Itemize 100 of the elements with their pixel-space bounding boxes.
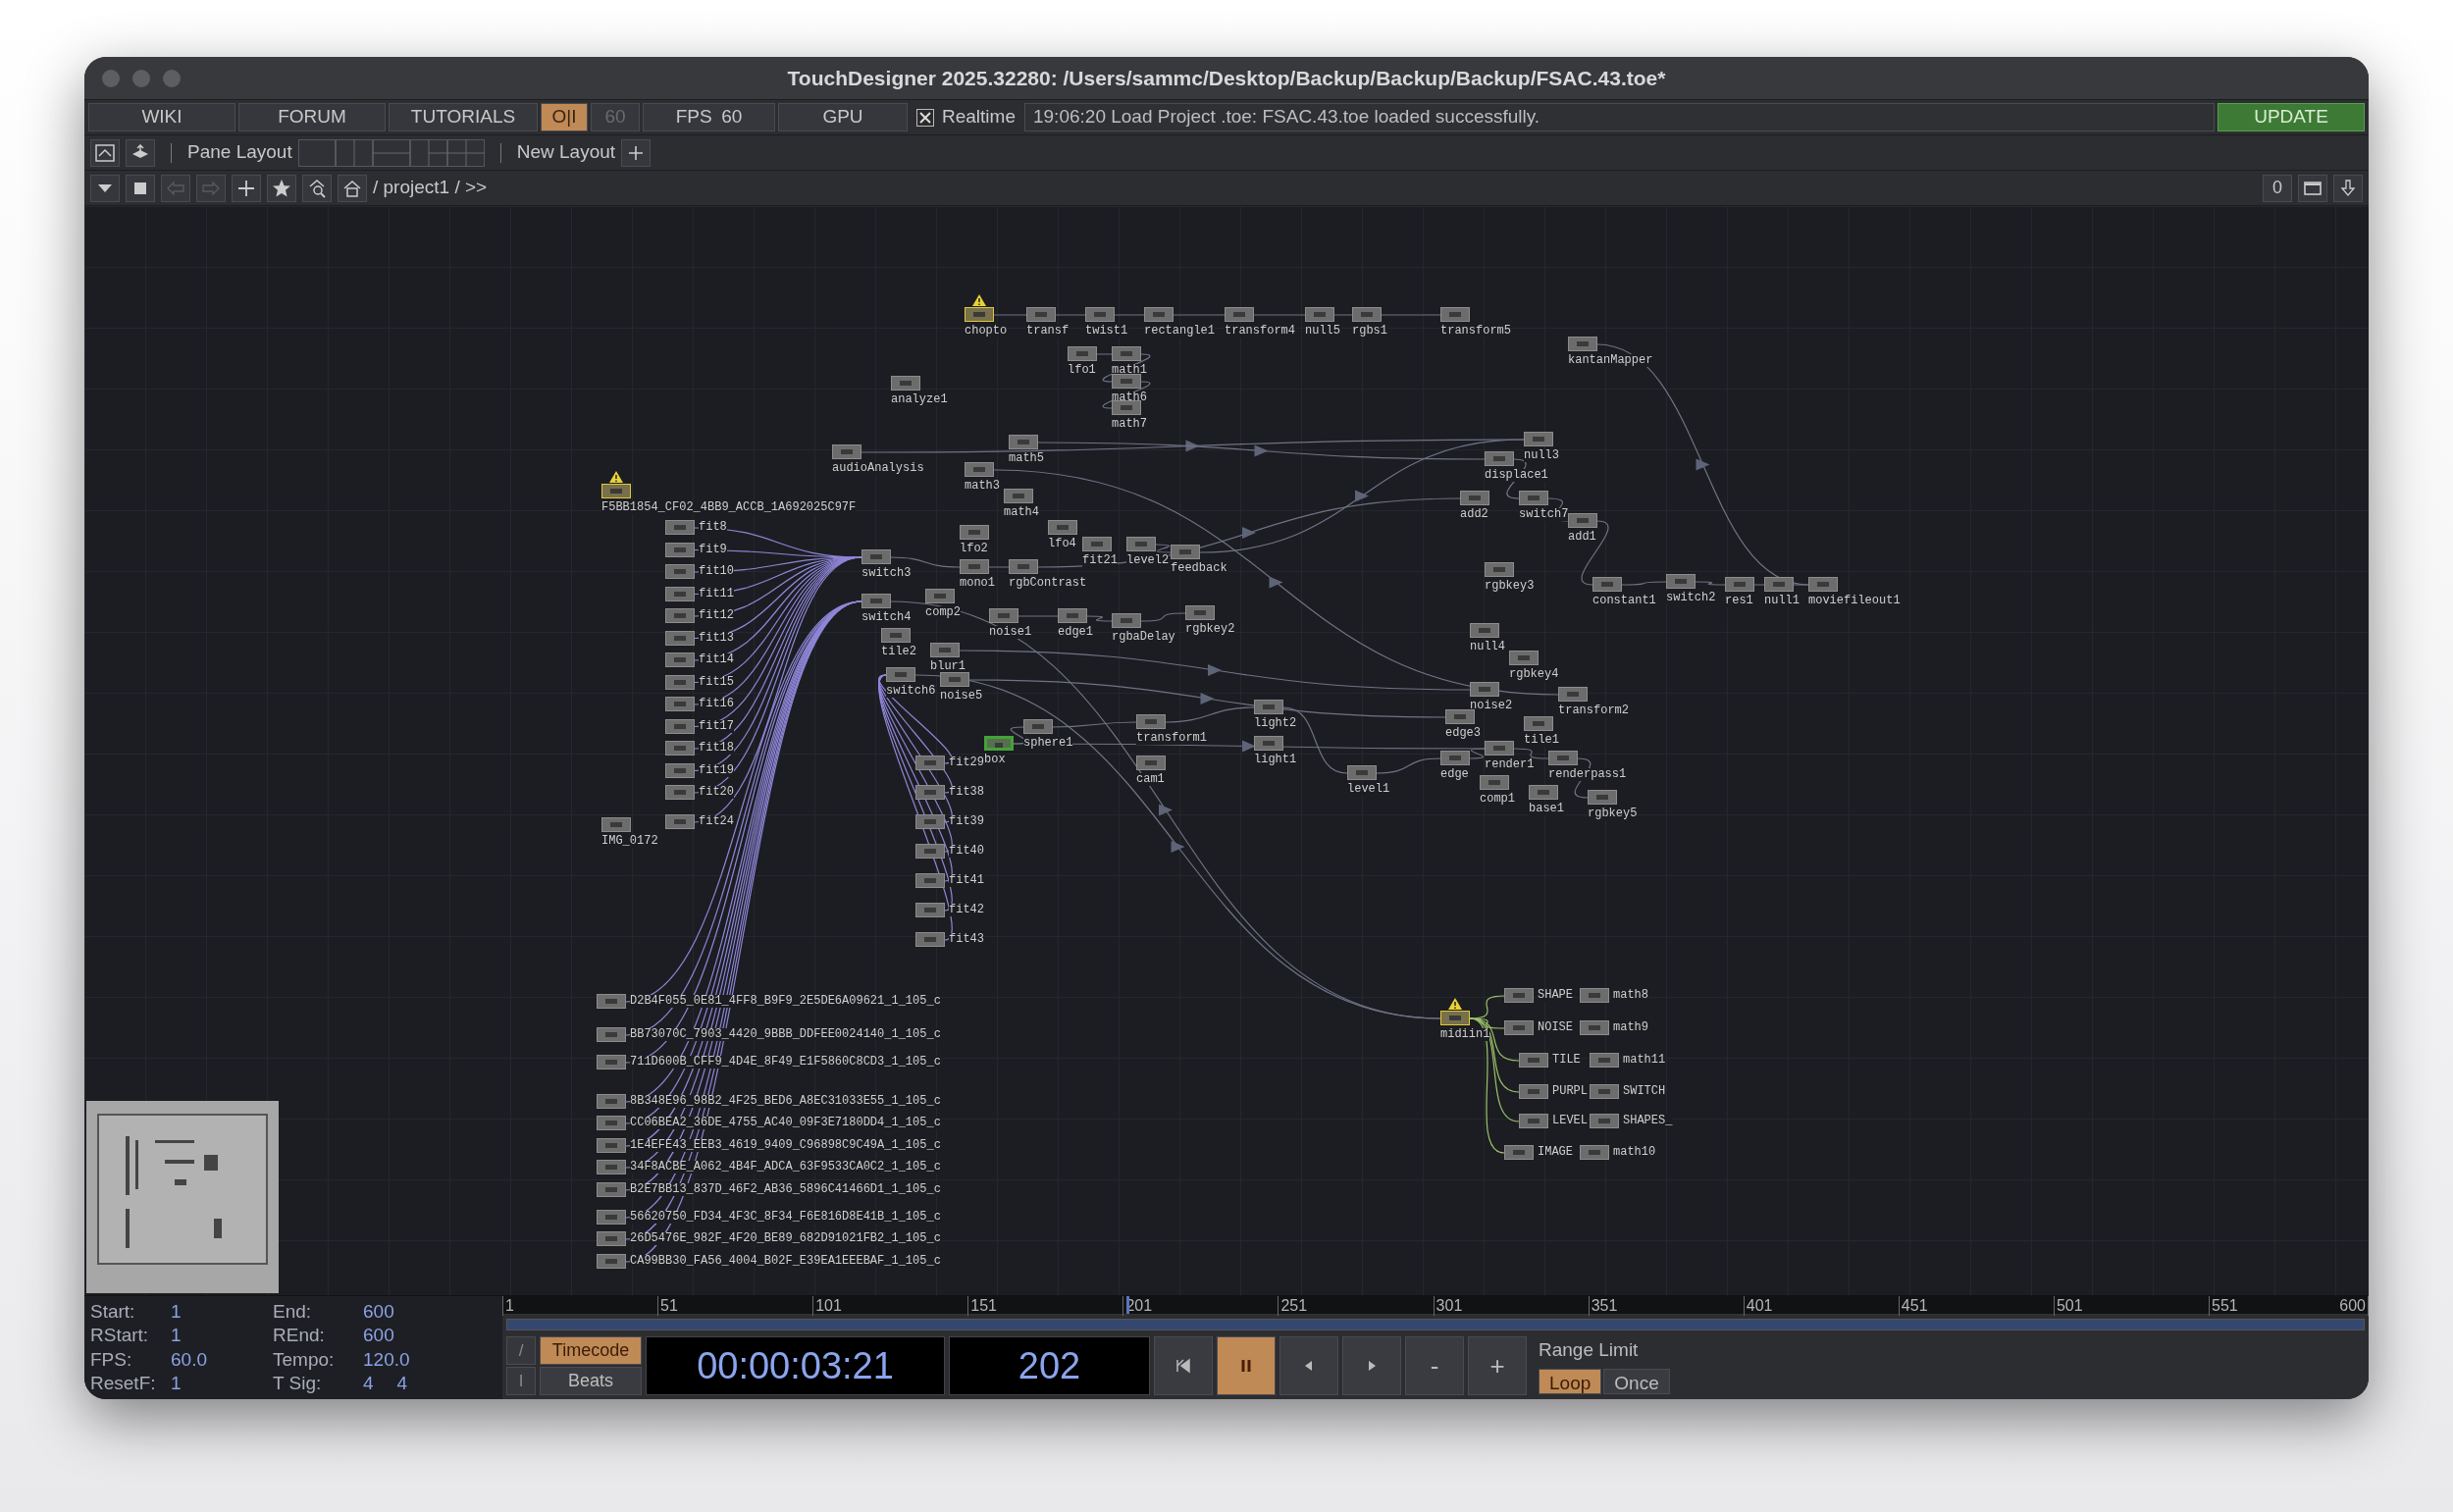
operator-node[interactable]	[1568, 337, 1597, 351]
operator-node[interactable]	[1519, 1084, 1548, 1099]
operator-node[interactable]	[1470, 623, 1499, 638]
operator-node[interactable]	[1590, 1114, 1619, 1128]
operator-node[interactable]	[665, 564, 695, 579]
window-button[interactable]	[2298, 174, 2327, 202]
side-button[interactable]: I	[506, 1367, 536, 1395]
operator-node[interactable]	[960, 525, 989, 540]
operator-node[interactable]	[665, 520, 695, 535]
operator-node[interactable]	[665, 674, 695, 690]
operator-node[interactable]	[1026, 307, 1056, 322]
operator-node[interactable]	[861, 594, 891, 608]
operator-node[interactable]	[665, 762, 695, 778]
operator-node[interactable]	[1485, 741, 1514, 756]
operator-node[interactable]	[1529, 785, 1558, 800]
operator-node[interactable]	[1058, 608, 1087, 623]
operator-node[interactable]	[1440, 1011, 1470, 1025]
operator-node[interactable]	[597, 994, 626, 1009]
add-button[interactable]	[232, 174, 261, 202]
operator-node[interactable]	[940, 672, 969, 687]
operator-node[interactable]	[915, 785, 945, 800]
operator-node[interactable]	[1144, 307, 1174, 322]
operator-node[interactable]	[597, 1055, 626, 1069]
operator-node[interactable]	[1548, 751, 1578, 765]
download-button[interactable]	[2333, 174, 2363, 202]
pane-icon-button[interactable]	[90, 138, 120, 167]
operator-node[interactable]	[1480, 775, 1509, 790]
range-option[interactable]: Once	[1603, 1368, 1670, 1394]
operator-node[interactable]	[1440, 751, 1470, 765]
layout-button[interactable]	[409, 138, 447, 167]
operator-node[interactable]	[597, 1160, 626, 1174]
operator-node[interactable]	[1558, 687, 1588, 702]
operator-node[interactable]	[965, 462, 994, 477]
operator-node[interactable]	[1225, 307, 1254, 322]
operator-node[interactable]	[1519, 491, 1548, 505]
operator-node[interactable]	[1725, 577, 1754, 592]
operator-node[interactable]	[665, 586, 695, 601]
operator-node[interactable]	[915, 903, 945, 917]
operator-node[interactable]	[601, 484, 631, 498]
playhead[interactable]	[1125, 1296, 1129, 1314]
operator-node[interactable]	[965, 307, 994, 322]
operator-node[interactable]	[832, 444, 861, 459]
operator-node[interactable]	[1504, 1145, 1534, 1160]
operator-node[interactable]	[1352, 307, 1382, 322]
operator-node[interactable]	[1136, 756, 1166, 770]
search-button[interactable]	[302, 174, 332, 202]
operator-node[interactable]	[915, 844, 945, 859]
operator-node[interactable]	[597, 1094, 626, 1109]
mode-tab[interactable]: Timecode	[540, 1336, 642, 1365]
operator-node[interactable]	[984, 736, 1014, 751]
range-option[interactable]: Loop	[1539, 1368, 1602, 1394]
operator-node[interactable]	[1048, 520, 1077, 535]
layout-button[interactable]	[335, 138, 373, 167]
operator-node[interactable]	[601, 817, 631, 832]
layout-button[interactable]	[297, 138, 336, 167]
operator-node[interactable]	[1485, 451, 1514, 466]
operator-node[interactable]	[891, 376, 920, 391]
operator-node[interactable]	[1666, 574, 1696, 589]
operator-node[interactable]	[1470, 682, 1499, 697]
operator-node[interactable]	[1445, 709, 1475, 724]
gpu-button[interactable]: GPU	[778, 103, 908, 131]
operator-node[interactable]	[597, 1231, 626, 1246]
operator-node[interactable]	[665, 630, 695, 646]
operator-node[interactable]	[1588, 790, 1617, 805]
operator-node[interactable]	[1524, 716, 1553, 731]
operator-node[interactable]	[665, 652, 695, 667]
operator-node[interactable]	[665, 608, 695, 623]
operator-node[interactable]	[597, 1254, 626, 1269]
operator-node[interactable]	[1590, 1084, 1619, 1099]
operator-node[interactable]	[1305, 307, 1334, 322]
operator-node[interactable]	[1112, 613, 1141, 628]
operator-node[interactable]	[1023, 719, 1053, 734]
minimize-button[interactable]	[132, 70, 150, 87]
operator-node[interactable]	[1460, 491, 1489, 505]
layout-button[interactable]	[372, 138, 410, 167]
operator-node[interactable]	[597, 1027, 626, 1042]
mode-tab[interactable]: Beats	[540, 1367, 642, 1395]
operator-node[interactable]	[1504, 988, 1534, 1003]
operator-node[interactable]	[1592, 577, 1622, 592]
operator-node[interactable]	[1085, 307, 1115, 322]
operator-node[interactable]	[597, 1116, 626, 1130]
update-button[interactable]: UPDATE	[2218, 103, 2365, 131]
operator-node[interactable]	[665, 542, 695, 557]
zoom-button[interactable]	[163, 70, 181, 87]
operator-node[interactable]	[930, 643, 960, 657]
operator-node[interactable]	[915, 932, 945, 947]
range-bar[interactable]	[506, 1318, 2365, 1330]
add-layout-button[interactable]	[621, 138, 652, 167]
link-button[interactable]: TUTORIALS	[389, 103, 538, 131]
operator-node[interactable]	[1347, 765, 1377, 780]
realtime-checkbox[interactable]	[916, 108, 934, 127]
operator-node[interactable]	[1082, 537, 1112, 551]
home-button[interactable]	[338, 174, 367, 202]
operator-node[interactable]	[1580, 1145, 1609, 1160]
operator-node[interactable]	[1580, 988, 1609, 1003]
perform-toggle[interactable]: O|I	[541, 103, 588, 131]
operator-node[interactable]	[1185, 605, 1215, 620]
operator-node[interactable]	[597, 1210, 626, 1225]
pane-icon-button[interactable]	[126, 138, 155, 167]
operator-node[interactable]	[1171, 545, 1200, 559]
